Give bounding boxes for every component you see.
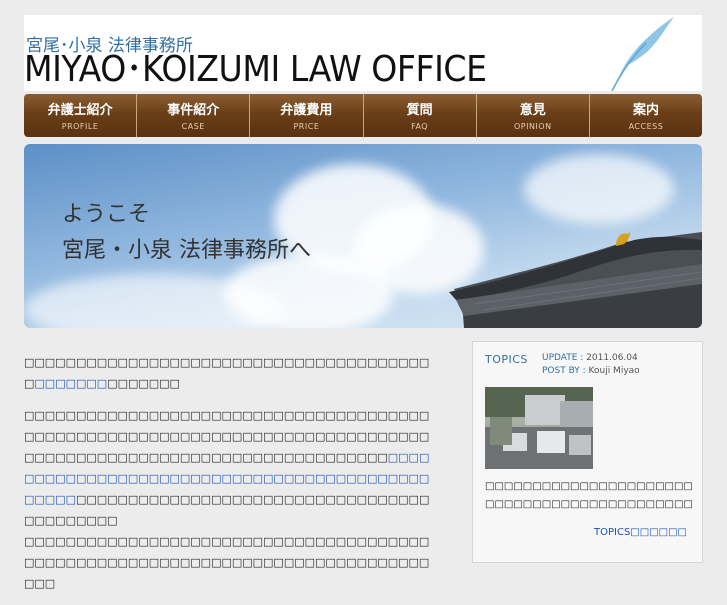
nav-label: 弁護費用 xyxy=(280,103,333,118)
author-name: Kouji Miyao xyxy=(588,366,640,376)
topic-summary: □□□□□□□□□□□□□□□□□□□□□□□□□□□□□□□□□□□□□□□□… xyxy=(485,481,693,510)
topics-title: TOPICS xyxy=(485,353,528,366)
postby-label: POST BY : xyxy=(542,366,586,376)
hero-welcome: ようこそ xyxy=(62,202,151,227)
inline-link[interactable]: □□□□□□□ xyxy=(34,377,107,390)
quill-logo-icon xyxy=(611,17,674,91)
topics-panel: TOPICS UPDATE : 2011.06.04 POST BY : Kou… xyxy=(472,341,703,563)
topic-thumbnail[interactable] xyxy=(485,387,593,469)
nav-price[interactable]: 弁護費用 PRICE xyxy=(250,94,364,137)
nav-profile[interactable]: 弁護士紹介 PROFILE xyxy=(24,94,138,137)
nav-access[interactable]: 案内 ACCESS xyxy=(590,94,702,137)
hero-banner: ようこそ 宮尾・小泉 法律事務所へ xyxy=(24,144,702,328)
update-meta: UPDATE : 2011.06.04 xyxy=(542,353,638,363)
nav-label: 質問 xyxy=(406,103,433,118)
paragraph-text: □□□□□□□□□□□□□□□□□□□□□□□□□□□□□□□□□□□□□□□□… xyxy=(24,409,430,464)
nav-label: 事件紹介 xyxy=(167,103,220,118)
update-label: UPDATE : xyxy=(542,353,584,363)
nav-label: 弁護士紹介 xyxy=(47,103,113,118)
nav-label: 意見 xyxy=(519,103,546,118)
hero-office-name: 宮尾・小泉 法律事務所へ xyxy=(62,238,311,263)
update-date: 2011.06.04 xyxy=(586,353,638,363)
body-paragraph: □□□□□□□□□□□□□□□□□□□□□□□□□□□□□□□□□□□□□□□□… xyxy=(24,405,434,594)
nav-sublabel: OPINION xyxy=(513,122,552,131)
paragraph-text: □□□□□□□□□□□□□□□□□□□□□□□□□□□□□□□□□□□□□□□□… xyxy=(24,493,430,527)
nav-faq[interactable]: 質問 FAQ xyxy=(364,94,477,137)
main-content: □□□□□□□□□□□□□□□□□□□□□□□□□□□□□□□□□□□□□□□□… xyxy=(24,352,434,605)
nav-sublabel: CASE xyxy=(181,122,205,131)
street-photo-image xyxy=(485,387,593,469)
logo-english[interactable]: MIYAO･KOIZUMI LAW OFFICE xyxy=(24,50,487,90)
topics-more-link[interactable]: TOPICS□□□□□□ xyxy=(594,527,687,538)
nav-sublabel: PROFILE xyxy=(61,122,99,131)
nav-sublabel: ACCESS xyxy=(628,122,664,131)
site-header: 宮尾･小泉 法律事務所 MIYAO･KOIZUMI LAW OFFICE xyxy=(24,15,702,91)
paragraph-text: □□□□□□□□□□□□□□□□□□□□□□□□□□□□□□□□□□□□□□□□… xyxy=(24,535,430,590)
nav-sublabel: PRICE xyxy=(293,122,320,131)
paragraph-text: □□□□□□□ xyxy=(107,377,180,390)
nav-opinion[interactable]: 意見 OPINION xyxy=(477,94,590,137)
postby-meta: POST BY : Kouji Miyao xyxy=(542,366,640,376)
nav-label: 案内 xyxy=(632,103,659,118)
intro-paragraph: □□□□□□□□□□□□□□□□□□□□□□□□□□□□□□□□□□□□□□□□… xyxy=(24,352,434,394)
nav-sublabel: FAQ xyxy=(411,122,429,131)
main-navigation: 弁護士紹介 PROFILE 事件紹介 CASE 弁護費用 PRICE 質問 FA… xyxy=(24,94,702,137)
nav-case[interactable]: 事件紹介 CASE xyxy=(137,94,251,137)
